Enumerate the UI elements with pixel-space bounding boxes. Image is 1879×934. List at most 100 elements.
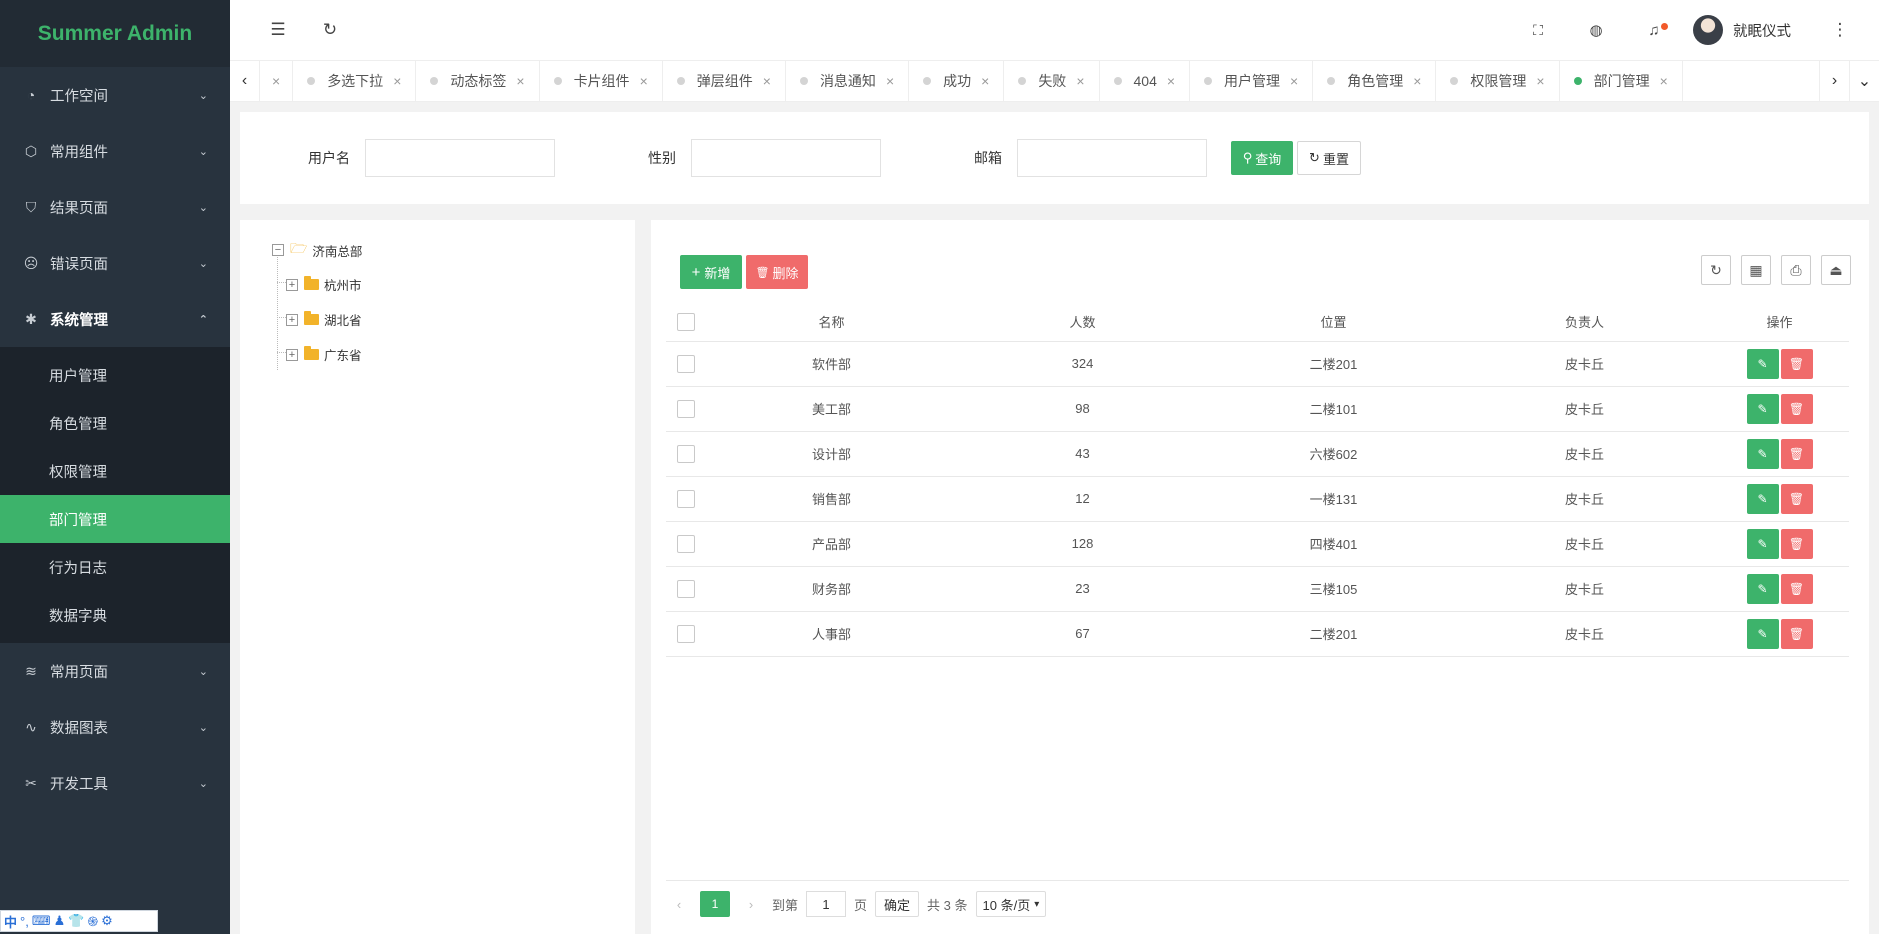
close-icon[interactable]: × <box>1290 73 1298 89</box>
close-icon[interactable]: × <box>272 73 280 89</box>
trash-icon[interactable]: 🗑 <box>1780 438 1813 469</box>
ime-mode-label[interactable]: 中 <box>4 912 17 931</box>
tab-multiselect[interactable]: 多选下拉 × <box>293 61 417 101</box>
sidebar-subitem-departments[interactable]: 部门管理 <box>0 495 230 543</box>
tab-success[interactable]: 成功 × <box>909 61 1005 101</box>
export-icon[interactable]: ⏏ <box>1821 255 1851 285</box>
tree-node-child[interactable]: + 杭州市 <box>286 275 362 294</box>
edit-icon[interactable]: ✎ <box>1746 438 1779 469</box>
expand-toggle-icon[interactable]: + <box>286 278 298 291</box>
skin-icon[interactable]: 👕 <box>68 913 84 929</box>
collapse-menu-icon[interactable]: ☰ <box>259 11 297 49</box>
edit-icon[interactable]: ✎ <box>1746 483 1779 514</box>
fullscreen-icon[interactable]: ⛶ <box>1519 11 1557 49</box>
tab-layer[interactable]: 弹层组件 × <box>663 61 786 101</box>
close-icon[interactable]: × <box>393 73 401 89</box>
sidebar-item-errors[interactable]: ☹ 错误页面 ⌄ <box>0 235 230 291</box>
trash-icon[interactable]: 🗑 <box>1780 528 1813 559</box>
tab-dropdown-icon[interactable]: ⌄ <box>1849 61 1879 101</box>
sidebar-item-workspace[interactable]: ◔ 工作空间 ⌄ <box>0 67 230 123</box>
query-button[interactable]: ⚲ 查询 <box>1231 141 1293 175</box>
close-icon[interactable]: × <box>516 73 524 89</box>
tab-failure[interactable]: 失败 × <box>1004 61 1100 101</box>
close-icon[interactable]: × <box>1413 73 1421 89</box>
sidebar-subitem-dictionary[interactable]: 数据字典 <box>0 591 230 639</box>
edit-icon[interactable]: ✎ <box>1746 528 1779 559</box>
tab-permission-management[interactable]: 权限管理 × <box>1436 61 1560 101</box>
tree-node-root[interactable]: − 🗁 济南总部 <box>272 238 362 262</box>
columns-icon[interactable]: ▦ <box>1741 255 1771 285</box>
globe-icon[interactable]: ◍ <box>1577 11 1615 49</box>
row-checkbox[interactable] <box>677 354 695 373</box>
tab-department-management[interactable]: 部门管理 × <box>1560 61 1683 101</box>
print-icon[interactable]: ⎙ <box>1781 255 1811 285</box>
tree-node-child[interactable]: + 广东省 <box>286 345 362 364</box>
row-checkbox[interactable] <box>677 489 695 508</box>
close-icon[interactable]: × <box>1660 73 1668 89</box>
reset-button[interactable]: ↻ 重置 <box>1297 141 1361 175</box>
keyboard-icon[interactable]: ⌨ <box>32 913 51 929</box>
expand-toggle-icon[interactable]: + <box>286 313 298 326</box>
tab-scroll-right-icon[interactable]: › <box>1819 61 1849 101</box>
close-icon[interactable]: × <box>1076 73 1084 89</box>
username-input[interactable] <box>365 139 555 177</box>
sidebar-item-charts[interactable]: ∿ 数据图表 ⌄ <box>0 699 230 755</box>
edit-icon[interactable]: ✎ <box>1746 393 1779 424</box>
trash-icon[interactable]: 🗑 <box>1780 483 1813 514</box>
edit-icon[interactable]: ✎ <box>1746 618 1779 649</box>
tab-user-management[interactable]: 用户管理 × <box>1190 61 1314 101</box>
goto-page-input[interactable]: 1 <box>806 891 847 917</box>
close-icon[interactable]: × <box>886 73 894 89</box>
page-size-select[interactable]: 10 条/页 ▾ <box>975 891 1047 917</box>
tree-node-child[interactable]: + 湖北省 <box>286 310 362 329</box>
row-checkbox[interactable] <box>677 444 695 463</box>
user-menu[interactable]: 就眠仪式 <box>1693 15 1791 45</box>
more-vertical-icon[interactable]: ⋮ <box>1821 11 1859 49</box>
sidebar-subitem-logs[interactable]: 行为日志 <box>0 543 230 591</box>
sidebar-item-components[interactable]: ⬡ 常用组件 ⌄ <box>0 123 230 179</box>
trash-icon[interactable]: 🗑 <box>1780 348 1813 379</box>
settings-icon[interactable]: ⚙ <box>101 913 113 929</box>
tab-home-close[interactable]: × <box>260 61 294 101</box>
delete-button[interactable]: 🗑 删除 <box>746 255 808 289</box>
edit-icon[interactable]: ✎ <box>1746 348 1779 379</box>
ime-toolbar[interactable]: 中 °, ⌨ ♟ 👕 ֍ ⚙ <box>0 910 158 932</box>
sidebar-subitem-roles[interactable]: 角色管理 <box>0 399 230 447</box>
tab-dynamic-tags[interactable]: 动态标签 × <box>416 61 540 101</box>
sidebar-item-devtools[interactable]: ✂ 开发工具 ⌄ <box>0 755 230 811</box>
prev-page-icon[interactable]: ‹ <box>666 890 692 918</box>
add-button[interactable]: + 新增 <box>680 255 742 289</box>
sidebar-item-system[interactable]: ✱ 系统管理 ⌃ <box>0 291 230 347</box>
row-checkbox[interactable] <box>677 399 695 418</box>
close-icon[interactable]: × <box>1167 73 1175 89</box>
tab-notification[interactable]: 消息通知 × <box>786 61 910 101</box>
collapse-toggle-icon[interactable]: − <box>272 244 284 256</box>
row-checkbox[interactable] <box>677 579 695 598</box>
sidebar-item-pages[interactable]: ≋ 常用页面 ⌄ <box>0 643 230 699</box>
refresh-icon[interactable]: ↻ <box>1701 255 1731 285</box>
next-page-icon[interactable]: › <box>738 890 764 918</box>
trash-icon[interactable]: 🗑 <box>1780 573 1813 604</box>
close-icon[interactable]: × <box>981 73 989 89</box>
punctuation-icon[interactable]: °, <box>20 914 29 929</box>
tab-scroll-left-icon[interactable]: ‹ <box>230 61 260 101</box>
tab-role-management[interactable]: 角色管理 × <box>1313 61 1437 101</box>
close-icon[interactable]: × <box>640 73 648 89</box>
tab-404[interactable]: 404 × <box>1100 61 1191 101</box>
trash-icon[interactable]: 🗑 <box>1780 618 1813 649</box>
tab-card[interactable]: 卡片组件 × <box>540 61 663 101</box>
swirl-icon[interactable]: ֍ <box>87 912 98 930</box>
page-number-current[interactable]: 1 <box>700 891 730 917</box>
row-checkbox[interactable] <box>677 624 695 643</box>
row-checkbox[interactable] <box>677 534 695 553</box>
close-icon[interactable]: × <box>763 73 771 89</box>
select-all-checkbox[interactable] <box>677 312 695 331</box>
user-icon[interactable]: ♟ <box>54 913 66 929</box>
edit-icon[interactable]: ✎ <box>1746 573 1779 604</box>
email-input[interactable] <box>1017 139 1207 177</box>
sidebar-item-results[interactable]: ⛉ 结果页面 ⌄ <box>0 179 230 235</box>
sidebar-subitem-permissions[interactable]: 权限管理 <box>0 447 230 495</box>
trash-icon[interactable]: 🗑 <box>1780 393 1813 424</box>
bell-icon[interactable]: ♫ <box>1635 11 1673 49</box>
sidebar-subitem-users[interactable]: 用户管理 <box>0 351 230 399</box>
